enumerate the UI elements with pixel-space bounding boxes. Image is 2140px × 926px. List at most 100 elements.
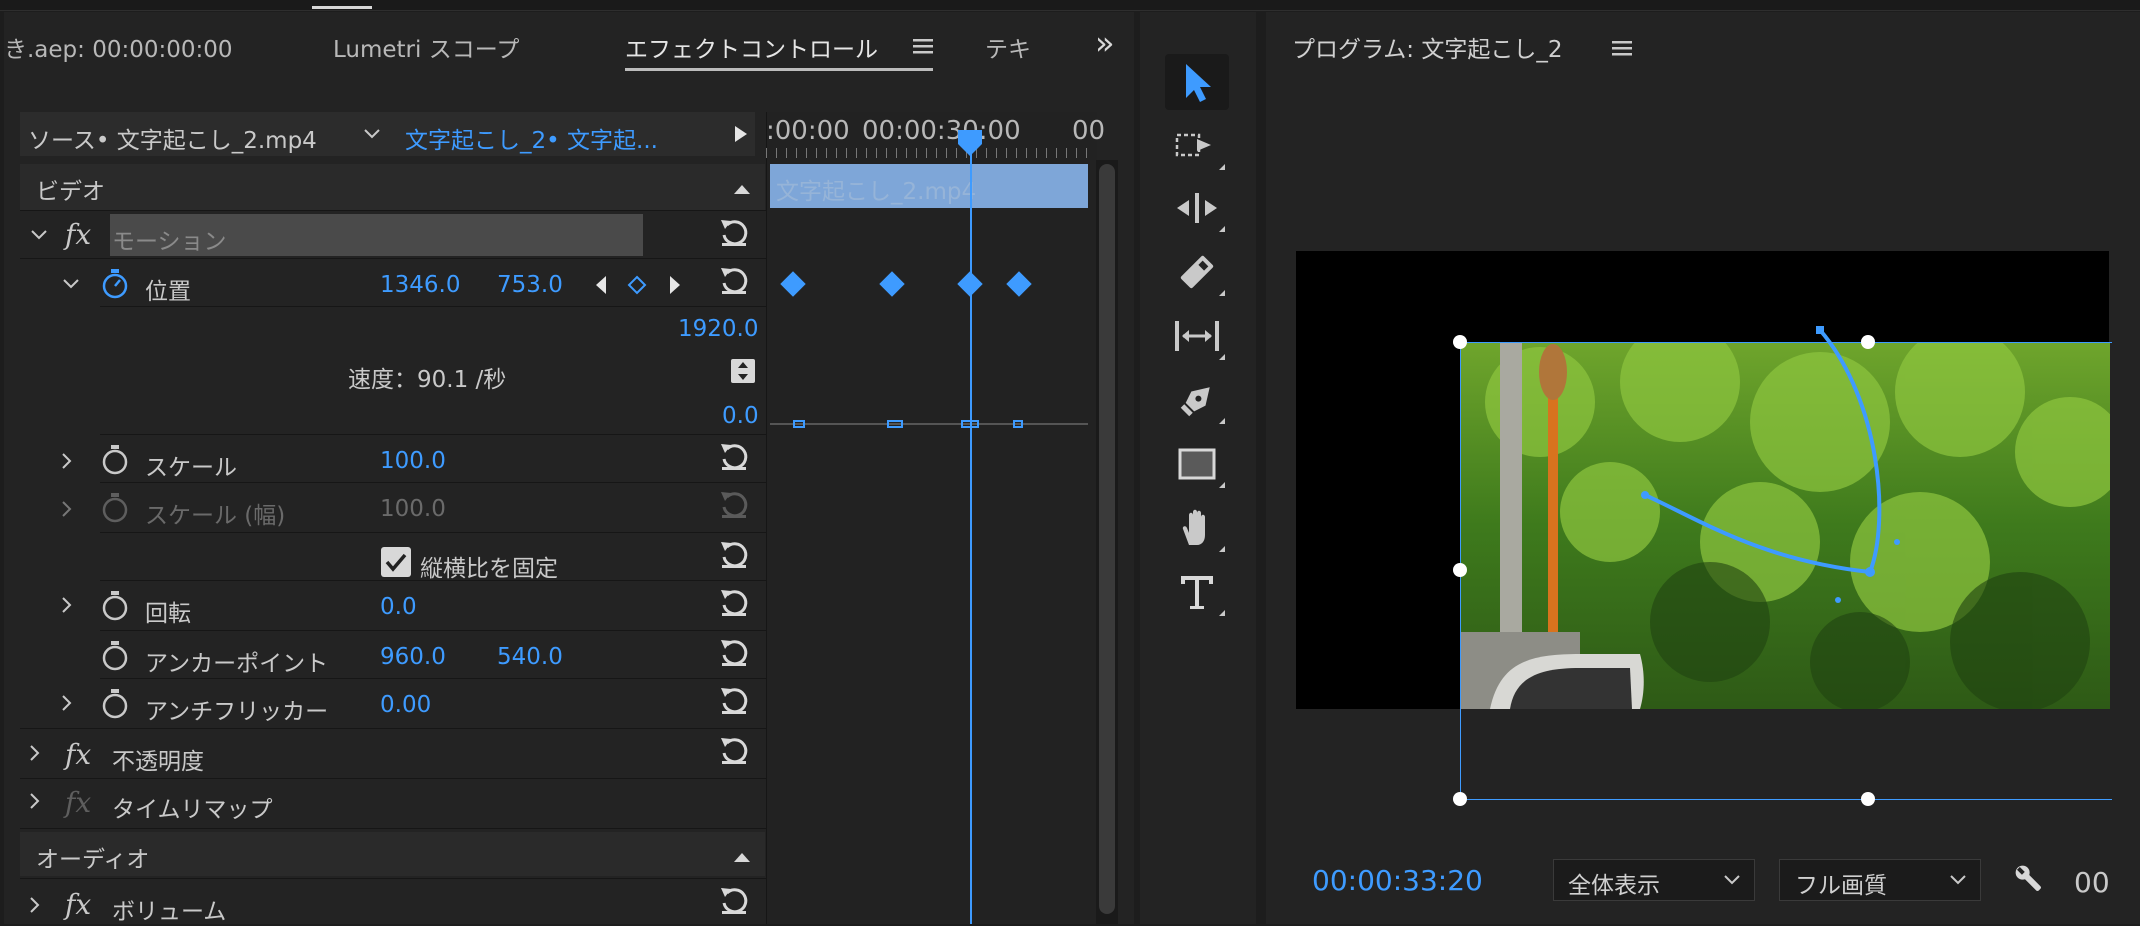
volume-expand-chevron-icon[interactable] bbox=[26, 896, 44, 914]
hand-tool-icon[interactable] bbox=[1165, 500, 1229, 556]
tab-effect-controls[interactable]: エフェクトコントロール bbox=[625, 30, 878, 64]
more-tabs-icon[interactable]: » bbox=[1095, 24, 1115, 62]
opacity-fx-icon[interactable]: fx bbox=[65, 738, 91, 771]
rotation-stopwatch-icon[interactable] bbox=[100, 590, 130, 622]
scale-width-label: スケール (幅) bbox=[145, 503, 286, 529]
position-speed-label: 速度：90.1 /秒 bbox=[348, 367, 507, 393]
rotation-value[interactable]: 0.0 bbox=[380, 594, 417, 620]
opacity-label[interactable]: 不透明度 bbox=[112, 742, 204, 776]
rotation-reset-icon[interactable] bbox=[718, 586, 750, 618]
uniform-scale-label: 縦横比を固定 bbox=[420, 556, 558, 582]
position-expand-chevron-icon[interactable] bbox=[62, 275, 80, 293]
prev-keyframe-icon[interactable] bbox=[594, 274, 608, 296]
active-tab-underline bbox=[625, 68, 933, 71]
add-keyframe-icon[interactable] bbox=[627, 275, 647, 295]
timeline-tick-start: :00:00 bbox=[766, 116, 850, 146]
timeline-tick-end: 00 bbox=[1072, 116, 1106, 146]
transform-handle[interactable] bbox=[1861, 335, 1875, 349]
position-x-value[interactable]: 1346.0 bbox=[380, 272, 460, 298]
anchor-x-value[interactable]: 960.0 bbox=[380, 644, 446, 670]
position-reset-icon[interactable] bbox=[718, 264, 750, 296]
anchor-label: アンカーポイント bbox=[145, 651, 329, 677]
program-timecode[interactable]: 00:00:33:20 bbox=[1312, 864, 1483, 897]
program-monitor-title[interactable]: プログラム: 文字起こし_2 bbox=[1292, 30, 1563, 64]
collapse-video-icon[interactable] bbox=[733, 180, 751, 194]
program-extra-value: 00 bbox=[2074, 866, 2110, 899]
transform-handle[interactable] bbox=[1861, 792, 1875, 806]
next-keyframe-icon[interactable] bbox=[668, 274, 682, 296]
razor-tool-icon[interactable] bbox=[1165, 244, 1229, 300]
scale-width-stopwatch-icon bbox=[100, 492, 130, 524]
scrollbar-thumb[interactable] bbox=[1099, 164, 1115, 914]
motion-reset-icon[interactable] bbox=[718, 216, 750, 248]
timeline-tick-30s: 00:00:30:00 bbox=[862, 116, 1021, 146]
collapse-audio-icon[interactable] bbox=[733, 848, 751, 862]
uniform-scale-checkbox[interactable] bbox=[381, 547, 411, 577]
opacity-expand-chevron-icon[interactable] bbox=[26, 744, 44, 762]
slip-tool-icon[interactable] bbox=[1165, 308, 1229, 364]
scale-label: スケール bbox=[145, 455, 237, 481]
tab-aep[interactable]: き.aep: 00:00:00:00 bbox=[4, 30, 233, 64]
panel-menu-icon[interactable] bbox=[913, 38, 933, 54]
rectangle-tool-icon[interactable] bbox=[1165, 436, 1229, 492]
playhead-line bbox=[970, 150, 972, 924]
clip-bar-label: 文字起こし_2.mp4 bbox=[776, 179, 977, 205]
speed-graph-handles bbox=[770, 416, 1088, 432]
selection-tool-icon[interactable] bbox=[1165, 54, 1229, 110]
track-select-tool-icon[interactable] bbox=[1165, 118, 1229, 174]
motion-expand-chevron-icon[interactable] bbox=[30, 226, 48, 244]
settings-wrench-icon[interactable] bbox=[2012, 862, 2046, 896]
scale-stopwatch-icon[interactable] bbox=[100, 444, 130, 476]
rotation-expand-chevron-icon[interactable] bbox=[58, 596, 76, 614]
scale-width-expand-chevron-icon[interactable] bbox=[58, 500, 76, 518]
scale-reset-icon[interactable] bbox=[718, 440, 750, 472]
ripple-edit-tool-icon[interactable] bbox=[1165, 180, 1229, 236]
video-section-label: ビデオ bbox=[36, 179, 105, 205]
zoom-fit-value: 全体表示 bbox=[1568, 873, 1660, 899]
volume-label[interactable]: ボリューム bbox=[112, 892, 226, 926]
motion-bounding-box-bottom bbox=[1460, 799, 2112, 800]
transform-handle[interactable] bbox=[1453, 563, 1467, 577]
anchor-stopwatch-icon[interactable] bbox=[100, 640, 130, 672]
antiflicker-reset-icon[interactable] bbox=[718, 684, 750, 716]
sequence-clip-label[interactable]: 文字起こし_2• 文字起... bbox=[405, 121, 658, 155]
opacity-reset-icon[interactable] bbox=[718, 734, 750, 766]
position-label: 位置 bbox=[145, 279, 191, 305]
antiflicker-stopwatch-icon[interactable] bbox=[100, 688, 130, 720]
motion-path[interactable] bbox=[1460, 320, 1910, 620]
transform-handle[interactable] bbox=[1453, 792, 1467, 806]
antiflicker-expand-chevron-icon[interactable] bbox=[58, 694, 76, 712]
antiflicker-value[interactable]: 0.00 bbox=[380, 692, 431, 718]
program-menu-icon[interactable] bbox=[1612, 40, 1632, 56]
zoom-fit-chevron-icon bbox=[1722, 872, 1742, 886]
rotation-label: 回転 bbox=[145, 601, 191, 627]
anchor-reset-icon[interactable] bbox=[718, 636, 750, 668]
play-only-audio-arrow-icon[interactable] bbox=[733, 124, 749, 144]
scale-value[interactable]: 100.0 bbox=[380, 448, 446, 474]
tab-lumetri-scopes[interactable]: Lumetri スコープ bbox=[333, 30, 519, 64]
timeline-ruler bbox=[766, 148, 1096, 158]
tab-text[interactable]: テキ bbox=[985, 30, 1031, 64]
volume-fx-icon[interactable]: fx bbox=[65, 888, 91, 921]
type-tool-icon[interactable] bbox=[1165, 564, 1229, 620]
anchor-y-value[interactable]: 540.0 bbox=[497, 644, 563, 670]
position-graph-max: 1920.0 bbox=[678, 316, 759, 342]
scale-expand-chevron-icon[interactable] bbox=[58, 452, 76, 470]
sequence-dropdown-chevron-icon[interactable] bbox=[362, 126, 382, 140]
fx-icon[interactable]: fx bbox=[65, 218, 91, 251]
timeremap-label[interactable]: タイムリマップ bbox=[112, 790, 273, 824]
antiflicker-label: アンチフリッカー bbox=[145, 699, 329, 725]
graph-resize-icon[interactable] bbox=[731, 359, 755, 383]
position-stopwatch-icon[interactable] bbox=[100, 268, 130, 300]
volume-reset-icon[interactable] bbox=[718, 884, 750, 916]
timeline-area bbox=[766, 112, 1097, 924]
quality-chevron-icon bbox=[1948, 872, 1968, 886]
audio-section-label: オーディオ bbox=[36, 847, 150, 873]
position-y-value[interactable]: 753.0 bbox=[497, 272, 563, 298]
transform-handle[interactable] bbox=[1453, 335, 1467, 349]
pen-tool-icon[interactable] bbox=[1165, 372, 1229, 428]
uniform-scale-reset-icon[interactable] bbox=[718, 538, 750, 570]
motion-label[interactable]: モーション bbox=[112, 222, 227, 256]
source-clip-label[interactable]: ソース• 文字起こし_2.mp4 bbox=[28, 121, 317, 155]
timeremap-expand-chevron-icon[interactable] bbox=[26, 792, 44, 810]
